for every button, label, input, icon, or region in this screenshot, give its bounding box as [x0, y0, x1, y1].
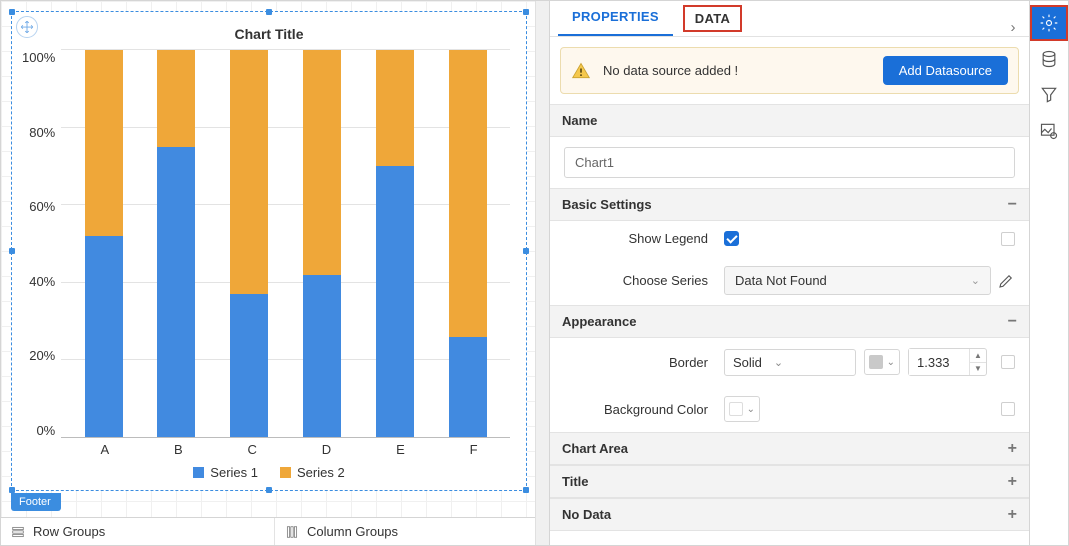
row-groups-label: Row Groups: [33, 524, 105, 539]
chart-legend: Series 1Series 2: [22, 457, 516, 484]
minus-icon: −: [1008, 317, 1017, 327]
plot-area: [61, 50, 510, 438]
alert-text: No data source added !: [603, 63, 871, 78]
resize-handle[interactable]: [523, 248, 529, 254]
section-no-data-header[interactable]: No Data +: [550, 498, 1029, 531]
funnel-icon: [1039, 85, 1059, 105]
plus-icon: +: [1008, 477, 1017, 487]
tab-data[interactable]: DATA: [683, 5, 742, 32]
border-style-select[interactable]: Solid ⌄: [724, 349, 856, 376]
section-name-header: Name: [550, 104, 1029, 137]
resize-handle[interactable]: [523, 9, 529, 15]
border-width-input[interactable]: [909, 349, 969, 375]
border-color-select[interactable]: ⌄: [864, 349, 900, 375]
color-swatch: [729, 402, 743, 416]
column-groups-label: Column Groups: [307, 524, 398, 539]
groups-bar: Row Groups Column Groups: [1, 517, 549, 545]
rows-icon: [11, 525, 25, 539]
chart-widget[interactable]: Chart Title 100%80%60%40%20%0% ABCDEF Se…: [11, 11, 527, 491]
background-color-select[interactable]: ⌄: [724, 396, 760, 422]
border-label: Border: [564, 355, 724, 370]
pencil-icon[interactable]: [997, 272, 1015, 290]
design-canvas[interactable]: Chart Title 100%80%60%40%20%0% ABCDEF Se…: [1, 1, 550, 545]
section-basic-header[interactable]: Basic Settings −: [550, 188, 1029, 221]
datasource-alert: No data source added ! Add Datasource: [560, 47, 1019, 94]
advanced-checkbox[interactable]: [1001, 402, 1015, 416]
color-swatch: [869, 355, 883, 369]
background-color-label: Background Color: [564, 402, 724, 417]
chevron-down-icon: ⌄: [887, 357, 895, 368]
resize-handle[interactable]: [9, 9, 15, 15]
resize-handle[interactable]: [523, 487, 529, 493]
resize-handle[interactable]: [9, 487, 15, 493]
gear-icon: [1039, 13, 1059, 33]
tab-properties[interactable]: PROPERTIES: [558, 1, 673, 36]
step-down-icon[interactable]: ▼: [970, 363, 986, 376]
advanced-checkbox[interactable]: [1001, 232, 1015, 246]
warning-icon: [571, 61, 591, 81]
chart-name-input[interactable]: [564, 147, 1015, 178]
columns-icon: [285, 525, 299, 539]
choose-series-label: Choose Series: [564, 273, 724, 288]
rail-settings[interactable]: [1030, 5, 1068, 41]
plus-icon: +: [1008, 444, 1017, 454]
image-settings-icon: [1039, 121, 1059, 141]
plus-icon: +: [1008, 510, 1017, 520]
rail-filter[interactable]: [1030, 77, 1068, 113]
border-width-stepper[interactable]: ▲▼: [908, 348, 987, 376]
chevron-down-icon: ⌄: [774, 356, 783, 369]
chevron-down-icon: ⌄: [747, 404, 755, 415]
add-datasource-button[interactable]: Add Datasource: [883, 56, 1008, 85]
database-icon: [1039, 49, 1059, 69]
column-groups[interactable]: Column Groups: [275, 518, 549, 545]
chevron-right-icon[interactable]: ›: [1003, 19, 1023, 36]
chevron-down-icon: ⌄: [971, 274, 980, 287]
choose-series-select[interactable]: Data Not Found ⌄: [724, 266, 991, 295]
footer-tag[interactable]: Footer: [11, 493, 61, 511]
section-chart-area-header[interactable]: Chart Area +: [550, 432, 1029, 465]
x-axis: ABCDEF: [22, 438, 516, 457]
row-groups[interactable]: Row Groups: [1, 518, 275, 545]
section-appearance-header[interactable]: Appearance −: [550, 305, 1029, 338]
properties-panel: PROPERTIES DATA › No data source added !…: [550, 1, 1030, 545]
section-title-header[interactable]: Title +: [550, 465, 1029, 498]
chart-title: Chart Title: [22, 26, 516, 42]
step-up-icon[interactable]: ▲: [970, 349, 986, 363]
resize-handle[interactable]: [266, 487, 272, 493]
rail-data[interactable]: [1030, 41, 1068, 77]
resize-handle[interactable]: [9, 248, 15, 254]
move-handle-icon[interactable]: [16, 16, 38, 38]
show-legend-label: Show Legend: [564, 231, 724, 246]
advanced-checkbox[interactable]: [1001, 355, 1015, 369]
scrollbar[interactable]: [535, 1, 549, 545]
resize-handle[interactable]: [266, 9, 272, 15]
show-legend-checkbox[interactable]: [724, 231, 739, 246]
tool-rail: [1030, 1, 1068, 545]
rail-image[interactable]: [1030, 113, 1068, 149]
minus-icon: −: [1008, 200, 1017, 210]
y-axis: 100%80%60%40%20%0%: [22, 50, 61, 438]
